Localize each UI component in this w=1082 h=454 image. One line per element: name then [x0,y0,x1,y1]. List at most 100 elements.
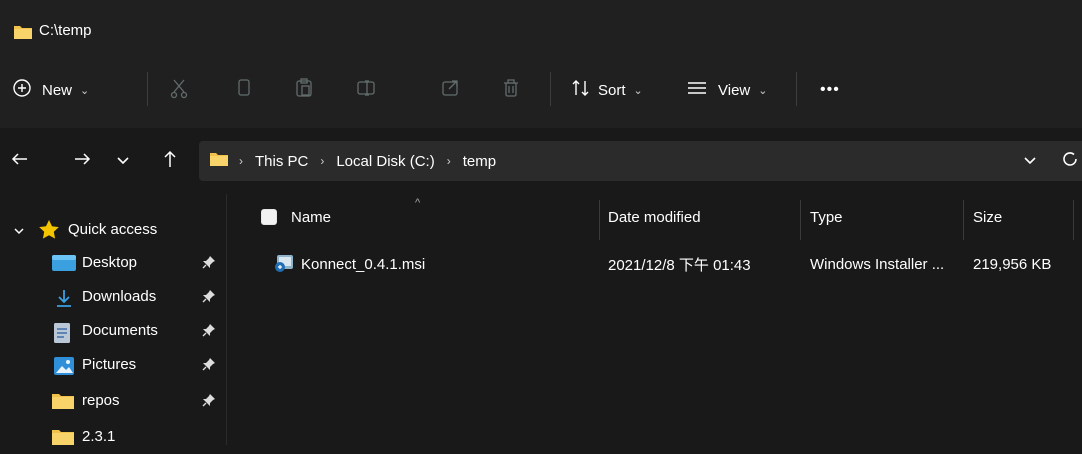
chevron-down-icon: ⌄ [633,84,643,97]
file-list: ^ Name Date modified Type Size Konnect_0… [227,194,1082,445]
cut-icon [168,77,190,103]
chevron-down-icon [116,153,130,170]
file-name[interactable]: Konnect_0.4.1.msi [301,246,425,282]
select-all-checkbox[interactable] [261,194,277,240]
breadcrumb-this-pc[interactable]: This PC [255,153,308,170]
more-options-button[interactable]: ••• [820,52,840,128]
download-icon [56,289,72,311]
forward-button[interactable] [62,128,102,194]
separator [796,72,797,106]
view-lines-icon [686,78,708,102]
installer-icon [274,246,294,282]
navigation-pane: Quick access Desktop Downloads Documents… [0,194,227,445]
column-header-date-modified[interactable]: Date modified [608,194,701,240]
refresh-icon [1060,149,1080,173]
file-type: Windows Installer ... [810,255,945,273]
sidebar-item-documents[interactable]: Documents [0,314,226,348]
sidebar-item-label: Downloads [82,288,157,305]
cut-button[interactable] [168,52,190,128]
arrow-up-icon [162,150,178,172]
desktop-icon [52,255,76,275]
chevron-down-icon [1023,153,1037,170]
file-size: 219,956 KB [973,255,1052,273]
sidebar-item-downloads[interactable]: Downloads [0,280,226,314]
address-history-dropdown[interactable] [1023,141,1037,181]
refresh-button[interactable] [1060,141,1080,181]
sidebar-item-2-3-1[interactable]: 2.3.1 [0,420,226,454]
pin-icon[interactable] [202,323,216,341]
rename-button[interactable] [355,52,377,128]
command-bar: New ⌄ Sort ⌄ View ⌄ ••• [0,52,1082,129]
folder-icon [13,24,33,44]
pin-icon[interactable] [202,357,216,375]
copy-icon [233,77,255,103]
window-title: C:\temp [39,22,92,39]
pin-icon[interactable] [202,393,216,411]
more-icon: ••• [820,81,840,98]
up-button[interactable] [150,128,190,194]
copy-button[interactable] [233,52,255,128]
table-row[interactable]: Konnect_0.4.1.msi 2021/12/8 下午 01:43 Win… [227,246,1082,282]
folder-icon [52,393,74,413]
paste-icon [293,77,315,103]
column-divider[interactable] [1073,200,1074,240]
sort-button-label: Sort [598,81,626,99]
folder-icon [209,151,229,171]
breadcrumb-temp[interactable]: temp [463,153,496,170]
chevron-right-icon: › [239,154,243,168]
chevron-down-icon: ⌄ [80,84,90,97]
chevron-right-icon: › [446,154,451,168]
sidebar-item-quick-access[interactable]: Quick access [0,212,226,246]
pin-icon[interactable] [202,255,216,273]
share-button[interactable] [440,52,462,128]
file-date-modified: 2021/12/8 下午 01:43 [608,256,751,274]
share-icon [440,77,462,103]
chevron-right-icon: › [320,154,325,168]
column-divider[interactable] [599,200,600,240]
checkbox[interactable] [261,209,277,225]
sidebar-item-desktop[interactable]: Desktop [0,246,226,280]
new-button[interactable]: New ⌄ [12,52,89,128]
sort-ascending-icon: ^ [415,197,421,209]
column-header-row: ^ Name Date modified Type Size [227,194,1082,240]
sort-icon [570,78,592,102]
sidebar-item-label: repos [82,392,120,409]
sidebar-item-repos[interactable]: repos [0,384,226,418]
back-button[interactable] [0,128,40,194]
new-button-label: New [42,81,73,99]
separator [147,72,148,106]
trash-icon [500,77,522,103]
address-bar[interactable]: › This PC › Local Disk (C:) › temp [199,141,1082,181]
breadcrumb-local-disk[interactable]: Local Disk (C:) [336,153,434,170]
add-circle-icon [12,78,32,102]
rename-icon [355,77,377,103]
recent-locations-button[interactable] [108,128,138,194]
column-divider[interactable] [800,200,801,240]
star-icon [38,219,60,243]
chevron-down-icon [13,223,25,240]
pictures-icon [54,357,74,379]
chevron-down-icon: ⌄ [758,84,768,97]
breadcrumb: › This PC › Local Disk (C:) › temp [209,141,496,181]
arrow-right-icon [73,151,91,171]
sidebar-item-pictures[interactable]: Pictures [0,348,226,382]
title-bar: C:\temp [0,0,1082,52]
column-header-size[interactable]: Size [973,194,1002,240]
column-header-name[interactable]: Name [291,194,331,240]
column-header-type[interactable]: Type [810,194,843,240]
sort-button[interactable]: Sort ⌄ [570,52,643,128]
file-explorer-window: C:\temp New ⌄ Sort ⌄ View ⌄ ••• › This P… [0,0,1082,445]
sidebar-item-label: Desktop [82,254,138,271]
view-button-label: View [718,81,751,99]
column-divider[interactable] [963,200,964,240]
document-icon [54,323,70,347]
folder-icon [52,429,74,449]
separator [550,72,551,106]
paste-button[interactable] [293,52,315,128]
view-button[interactable]: View ⌄ [686,52,767,128]
arrow-left-icon [11,151,29,171]
delete-button[interactable] [500,52,522,128]
sidebar-item-label: Documents [82,322,158,339]
sidebar-item-label: Quick access [68,221,158,238]
pin-icon[interactable] [202,289,216,307]
